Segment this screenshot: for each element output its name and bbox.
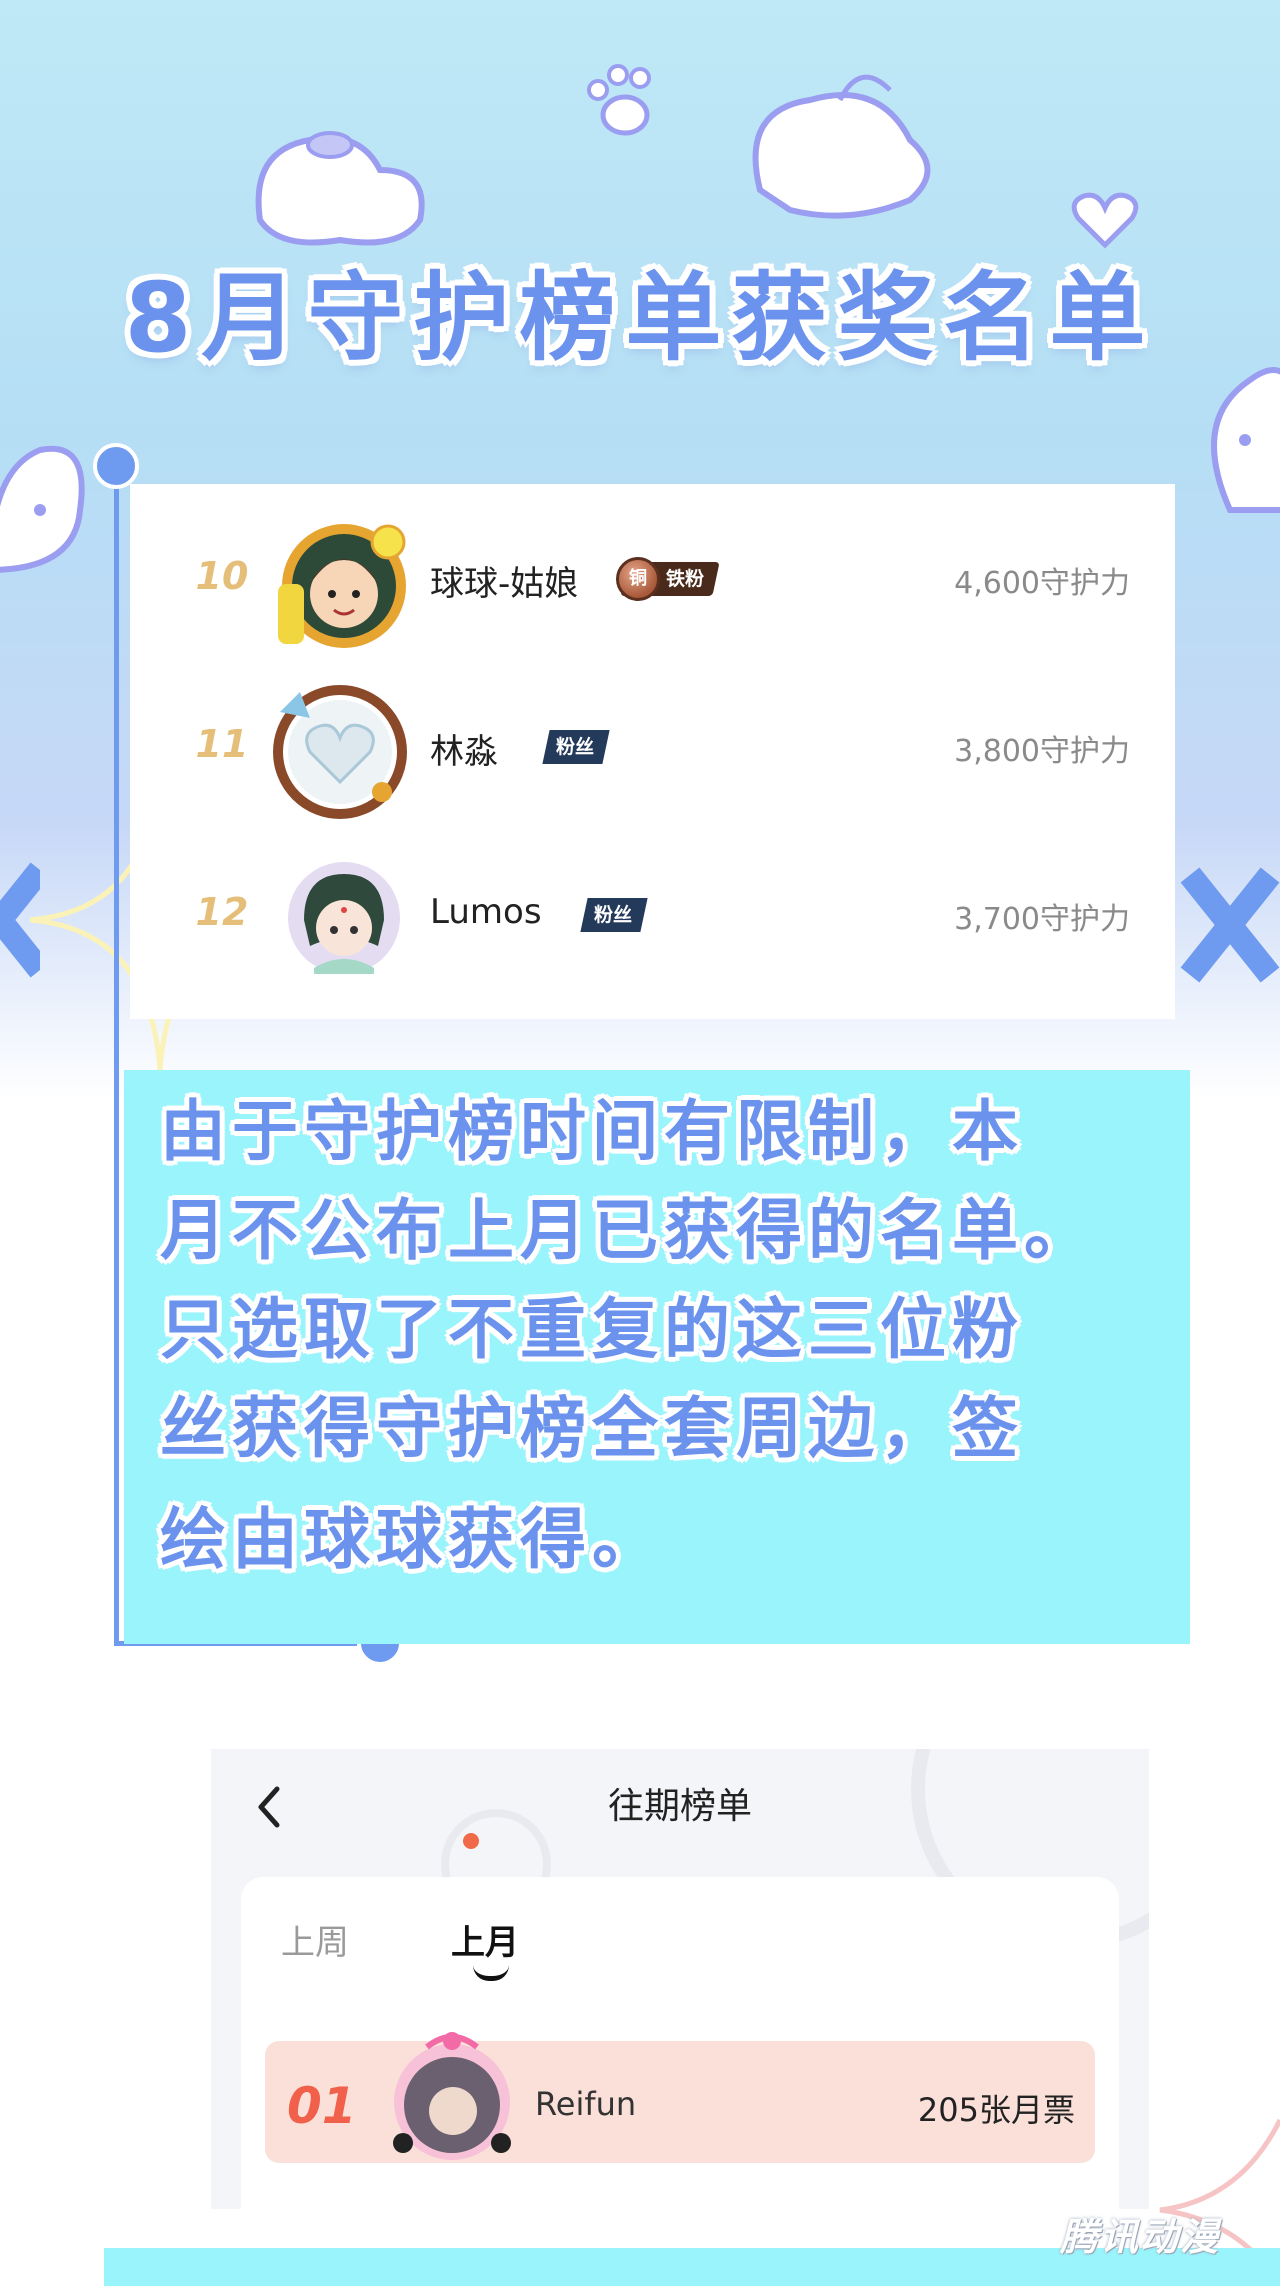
bronze-medal-icon: 铜 [616,557,660,601]
ranking-row[interactable]: 11 林淼 粉丝 3,800守护力 [130,672,1175,822]
rank-number: 10 [195,554,249,598]
rank-number: 01 [287,2077,357,2135]
rankings-panel: 上周 上月 01 Reifun 205张月票 [241,1877,1119,2209]
tab-last-week[interactable]: 上周 [281,1915,349,1964]
notice-line: 只选取了不重复的这三位粉 [160,1291,1024,1368]
avatar [278,524,406,648]
notice-line: 丝获得守护榜全套周边，签 [160,1390,1024,1467]
rank-number: 11 [195,722,249,766]
notice-block: 由于守护榜时间有限制，本 月不公布上月已获得的名单。 只选取了不重复的这三位粉 … [124,1070,1190,1644]
bunny-doodle-icon [255,131,425,246]
page-title: 8月守护榜单获奖名单 [124,262,1156,374]
monthly-ticket-count: 205张月票 [917,2091,1075,2129]
timeline-line [114,466,119,1646]
ranking-card: 10 球球-姑娘 铜 铁粉 4,600守护力 11 林淼 粉丝 3,800守护力… [130,484,1175,1019]
ranking-row-first[interactable]: 01 Reifun 205张月票 [265,2032,1095,2163]
notice-line: 由于守护榜时间有限制，本 [160,1093,1024,1170]
ranking-row[interactable]: 10 球球-姑娘 铜 铁粉 4,600守护力 [130,504,1175,654]
avatar [273,685,407,819]
avatar [393,2032,511,2160]
bunny-face-icon [0,445,85,573]
avatar [288,862,400,974]
x-shape-left-icon [0,862,40,978]
screen-title: 往期榜单 [607,1786,752,1827]
watermark: 腾讯动漫 [1060,2215,1221,2259]
guard-score: 4,600守护力 [954,566,1130,601]
user-name: Reifun [535,2085,637,2123]
timeline-dot-top [93,443,139,489]
active-tab-indicator [473,1965,509,1981]
notice-line: 绘由球球获得。 [160,1501,664,1578]
ranking-row[interactable]: 12 Lumos 粉丝 3,700守护力 [130,840,1175,990]
tab-last-month[interactable]: 上月 [451,1915,519,1964]
guard-score: 3,800守护力 [954,734,1130,769]
past-rankings-screen: 往期榜单 上周 上月 01 Reifun 205张月票 [211,1749,1149,2209]
fan-badge: 粉丝 [580,898,648,932]
rank-number: 12 [195,890,249,934]
paw-print-icon [587,64,651,136]
user-name: 球球-姑娘 [430,564,579,604]
notice-line: 月不公布上月已获得的名单。 [160,1192,1096,1269]
x-shape-right-icon [1180,867,1280,983]
orange-dot [463,1833,479,1849]
user-name: Lumos [430,892,542,932]
fan-badge: 粉丝 [542,730,610,764]
guard-score: 3,700守护力 [954,902,1130,937]
user-name: 林淼 [430,732,498,772]
bunny-doodle-icon [752,74,931,219]
fan-badge: 铜 铁粉 [616,557,720,601]
